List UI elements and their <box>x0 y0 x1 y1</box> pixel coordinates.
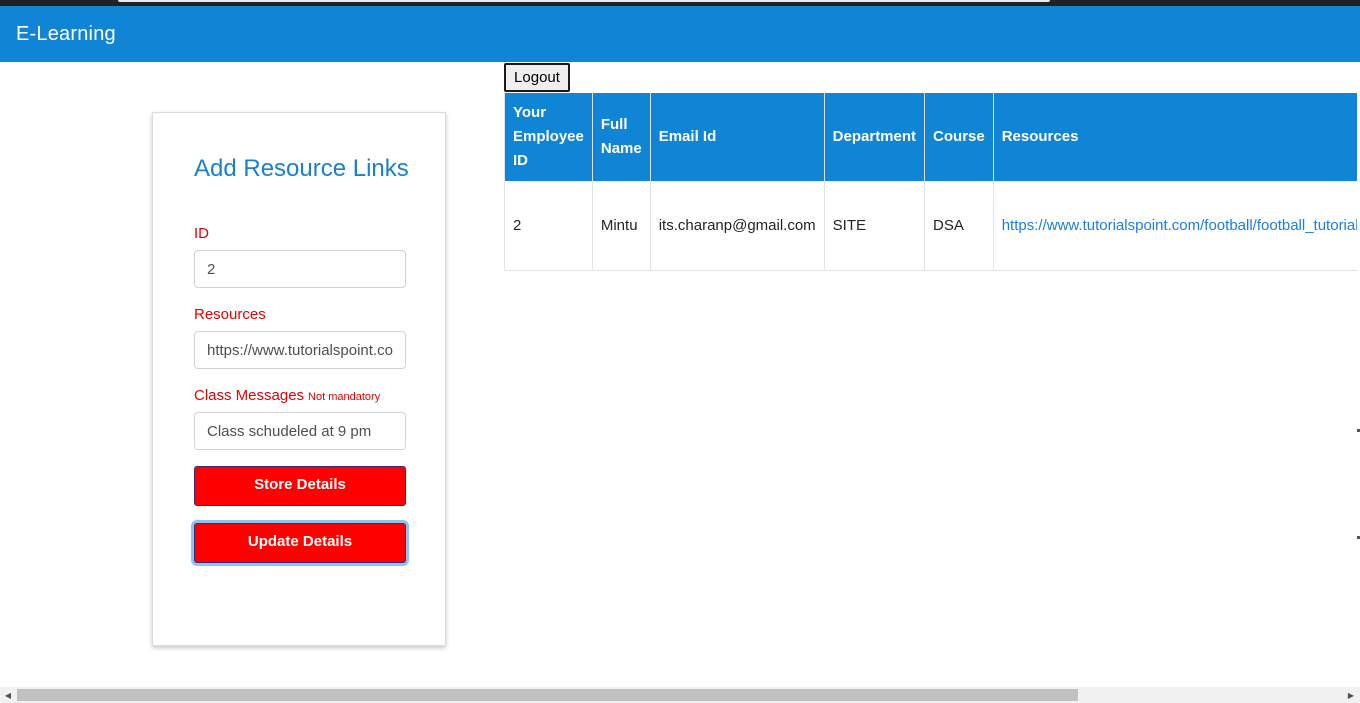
header-email-id: Email Id <box>650 93 825 181</box>
id-label: ID <box>194 225 209 242</box>
class-messages-input[interactable] <box>194 412 406 450</box>
employee-table: Your Employee ID Full Name Email Id Depa… <box>504 93 1360 271</box>
header-employee-id: Your Employee ID <box>504 93 593 181</box>
id-input[interactable] <box>194 250 406 288</box>
update-details-button[interactable]: Update Details <box>194 523 406 563</box>
table-row: 2 Mintu its.charanp@gmail.com SITE DSA h… <box>504 181 1360 271</box>
scroll-right-arrow-icon[interactable]: ▶ <box>1343 687 1359 703</box>
logout-button[interactable]: Logout <box>504 63 570 92</box>
employee-table-container: Your Employee ID Full Name Email Id Depa… <box>504 93 1360 271</box>
scroll-left-arrow-icon[interactable]: ◀ <box>0 687 16 703</box>
cell-department: SITE <box>824 181 926 271</box>
cell-full-name: Mintu <box>592 181 651 271</box>
cell-course: DSA <box>924 181 994 271</box>
header-department: Department <box>824 93 926 181</box>
scrollbar-thumb[interactable] <box>17 689 1078 701</box>
header-full-name: Full Name <box>592 93 651 181</box>
cell-resources: https://www.tutorialspoint.com/football/… <box>993 181 1360 271</box>
brand-title[interactable]: E-Learning <box>16 23 116 46</box>
store-details-button[interactable]: Store Details <box>194 466 406 506</box>
cell-employee-id: 2 <box>504 181 593 271</box>
add-resource-card: Add Resource Links ID Resources Class Me… <box>152 112 446 646</box>
class-messages-label: Class Messages <box>194 387 305 404</box>
form-title: Add Resource Links <box>194 155 409 182</box>
resources-label: Resources <box>194 306 266 323</box>
cell-email: its.charanp@gmail.com <box>650 181 825 271</box>
header-resources: Resources <box>993 93 1360 181</box>
horizontal-scrollbar[interactable]: ◀ ▶ <box>0 687 1360 703</box>
navbar: E-Learning <box>0 6 1360 62</box>
table-header-row: Your Employee ID Full Name Email Id Depa… <box>504 93 1360 181</box>
resources-input[interactable] <box>194 331 406 369</box>
class-messages-label-row: Class Messages Not mandatory <box>194 387 380 404</box>
header-course: Course <box>924 93 994 181</box>
resource-link[interactable]: https://www.tutorialspoint.com/football/… <box>1002 217 1360 234</box>
not-mandatory-note: Not mandatory <box>308 391 381 403</box>
